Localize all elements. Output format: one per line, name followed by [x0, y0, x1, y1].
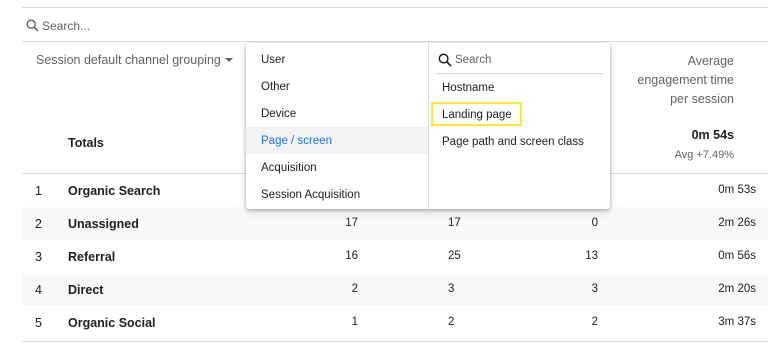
table-row[interactable]: 4 Direct 2 3 3 2m 20s	[22, 273, 768, 306]
row-value: 2	[351, 283, 358, 295]
table-row[interactable]: 2 Unassigned 17 17 0 2m 26s	[22, 207, 768, 240]
totals-value: 0m 54s	[691, 128, 734, 142]
menu-category-session-acquisition[interactable]: Session Acquisition	[246, 181, 428, 208]
row-name: Organic Search	[68, 184, 161, 198]
row-value: 2	[591, 316, 598, 328]
search-divider	[22, 41, 768, 42]
menu-category-device[interactable]: Device	[246, 100, 428, 127]
table-row[interactable]: 3 Referral 16 25 13 0m 56s	[22, 240, 768, 273]
metric-header-line: Average	[687, 54, 734, 68]
row-name: Organic Social	[68, 316, 156, 330]
menu-category-label: Session Acquisition	[261, 189, 361, 201]
row-value: 25	[448, 250, 461, 262]
top-divider	[22, 7, 768, 8]
menu-category-label: Device	[261, 108, 297, 120]
menu-category-label: Other	[261, 81, 290, 93]
menu-category-label: User	[261, 54, 286, 66]
row-value: 0	[591, 217, 598, 229]
row-value: 17	[448, 217, 461, 229]
table-row[interactable]: 5 Organic Social 1 2 2 3m 37s	[22, 306, 768, 339]
dimension-dropdown-menu: User Other Device Page / screen Acquisit…	[246, 43, 610, 209]
dimension-selector[interactable]: Session default channel grouping	[36, 53, 233, 67]
row-value: 13	[585, 250, 598, 262]
dimension-option-page-path[interactable]: Page path and screen class	[442, 136, 584, 148]
row-index: 4	[35, 283, 42, 297]
dimension-search[interactable]	[435, 49, 603, 71]
dimension-category-list: User Other Device Page / screen Acquisit…	[246, 43, 428, 209]
row-index: 2	[35, 217, 42, 231]
table-search[interactable]	[22, 12, 762, 40]
row-value: 3	[448, 283, 455, 295]
totals-label: Totals	[68, 136, 104, 150]
row-index: 5	[35, 316, 42, 330]
dimension-selector-label: Session default channel grouping	[36, 53, 221, 67]
dimension-option-hostname[interactable]: Hostname	[442, 82, 494, 94]
row-value: 1	[351, 316, 358, 328]
row-name: Direct	[68, 283, 104, 297]
row-engagement-time: 0m 56s	[718, 250, 756, 262]
dimension-option-list: Hostname Landing page Page path and scre…	[429, 43, 610, 209]
menu-category-user[interactable]: User	[246, 46, 428, 73]
metric-header-engagement-time[interactable]: Average engagement time per session	[614, 52, 734, 109]
dimension-option-landing-page[interactable]: Landing page	[442, 109, 512, 121]
menu-category-label: Acquisition	[261, 162, 317, 174]
search-icon	[438, 53, 452, 67]
chevron-down-icon	[224, 58, 233, 62]
dimension-search-input[interactable]	[455, 50, 595, 70]
totals-delta: Avg +7.49%	[674, 149, 734, 161]
menu-category-label: Page / screen	[261, 135, 332, 147]
row-index: 3	[35, 250, 42, 264]
row-value: 3	[591, 283, 598, 295]
row-engagement-time: 3m 37s	[718, 316, 756, 328]
menu-category-other[interactable]: Other	[246, 73, 428, 100]
search-icon	[26, 19, 39, 32]
search-input[interactable]	[42, 15, 742, 37]
dimension-search-underline	[435, 73, 604, 74]
row-value: 2	[448, 316, 455, 328]
menu-category-page-screen[interactable]: Page / screen	[246, 127, 428, 154]
row-value: 17	[345, 217, 358, 229]
row-value: 16	[345, 250, 358, 262]
metric-header-line: per session	[670, 92, 734, 106]
row-engagement-time: 2m 26s	[718, 217, 756, 229]
row-name: Unassigned	[68, 217, 139, 231]
table-bottom-divider	[22, 341, 768, 342]
metric-header-line: engagement time	[637, 73, 734, 87]
row-index: 1	[35, 184, 42, 198]
row-engagement-time: 0m 53s	[718, 184, 756, 196]
menu-category-acquisition[interactable]: Acquisition	[246, 154, 428, 181]
row-name: Referral	[68, 250, 116, 264]
row-engagement-time: 2m 20s	[718, 283, 756, 295]
